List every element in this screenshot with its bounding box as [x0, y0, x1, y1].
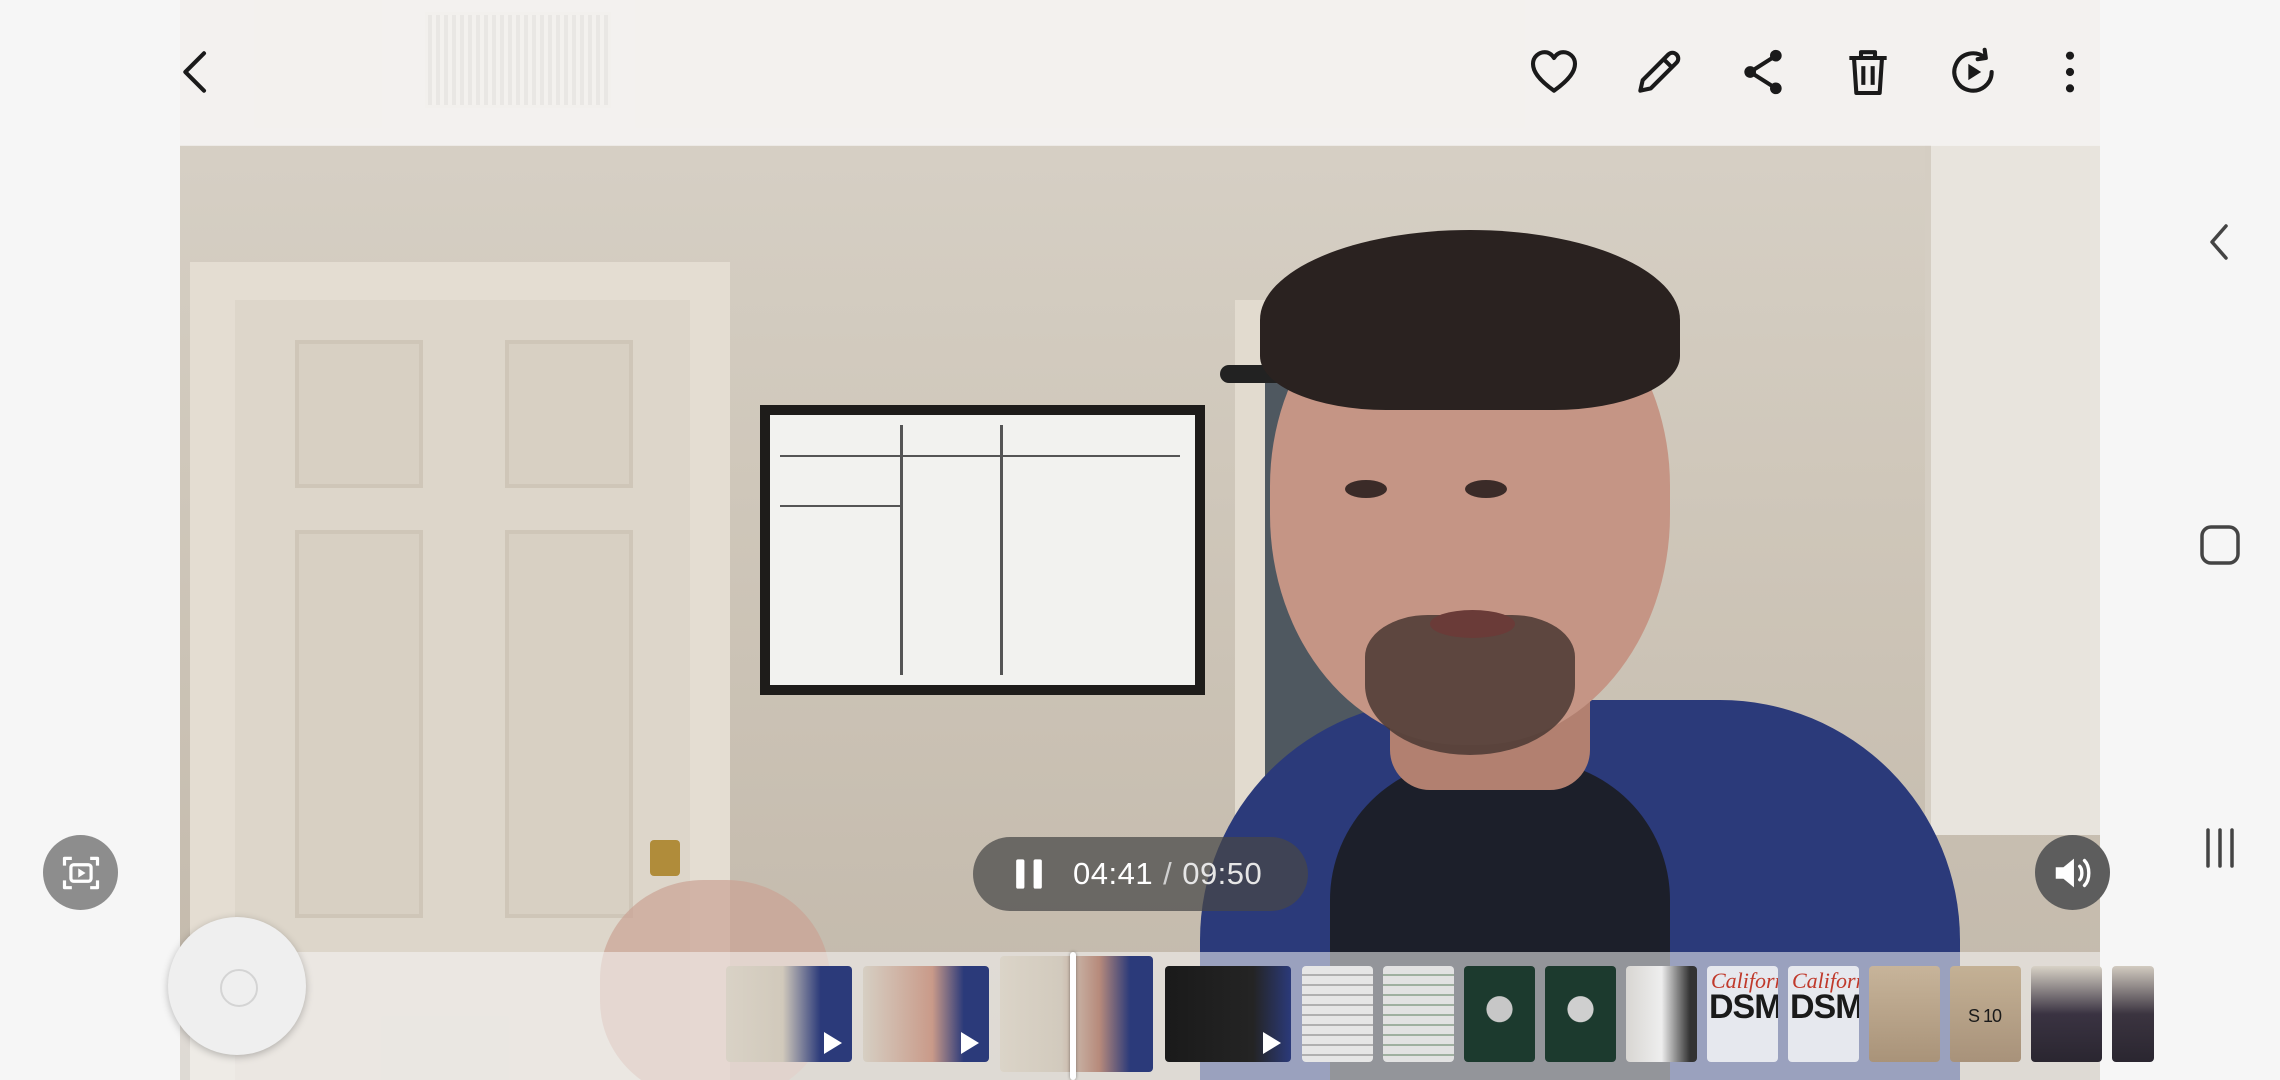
back-arrow-icon — [183, 51, 207, 93]
favorite-button[interactable] — [1522, 40, 1586, 104]
share-icon — [1744, 49, 1782, 95]
plate-number: DSM85 — [1709, 988, 1778, 1026]
playback-control: 04:41 / 09:50 — [973, 837, 1308, 911]
thumbnail-2[interactable] — [863, 966, 989, 1062]
nav-home-icon — [2200, 525, 2240, 565]
remaster-button[interactable] — [1941, 40, 2005, 104]
back-button[interactable] — [165, 40, 229, 104]
thumbnail-5[interactable] — [1302, 966, 1373, 1062]
person-hair — [1260, 230, 1680, 410]
more-vert-icon — [2065, 51, 2075, 93]
thumbnail-6[interactable] — [1383, 966, 1454, 1062]
pause-button[interactable] — [997, 842, 1061, 906]
screen-capture-button[interactable] — [43, 835, 118, 910]
person-mouth — [1430, 610, 1515, 638]
thumbnail-text: S 10 — [1968, 1006, 2002, 1026]
thumbnail-12[interactable] — [1869, 966, 1940, 1062]
remaster-icon — [1952, 47, 1994, 93]
thumbnail-15[interactable] — [2112, 966, 2154, 1062]
time-separator: / — [1163, 856, 1173, 891]
person-eye-left — [1345, 480, 1387, 498]
heart-icon — [1530, 50, 1578, 93]
thumbnail-4[interactable] — [1165, 966, 1291, 1062]
nav-recents-button[interactable] — [2190, 818, 2250, 878]
person-eye-right — [1465, 480, 1507, 498]
nav-home-button[interactable] — [2190, 515, 2250, 575]
screen-capture-icon — [62, 856, 99, 889]
thumbnail-10[interactable]: California DSM85 — [1707, 966, 1778, 1062]
thumbnail-8[interactable] — [1545, 966, 1616, 1062]
thumbnail-13[interactable]: S 10 — [1950, 966, 2021, 1062]
door-knob — [650, 840, 680, 876]
thumbnail-current[interactable] — [1000, 956, 1153, 1072]
play-icon — [1263, 1032, 1281, 1054]
thumbnail-11[interactable]: California DSM85 — [1788, 966, 1859, 1062]
trash-icon — [1849, 50, 1887, 96]
nav-recents-icon — [2206, 828, 2234, 868]
more-options-button[interactable] — [2038, 40, 2102, 104]
current-time: 04:41 — [1073, 856, 1154, 891]
thumbnail-9[interactable] — [1626, 966, 1697, 1062]
scrubber-knob[interactable] — [168, 917, 306, 1055]
nav-back-button[interactable] — [2190, 212, 2250, 272]
delete-button[interactable] — [1836, 40, 1900, 104]
window-blind — [1925, 145, 2100, 835]
pencil-icon — [1638, 50, 1681, 93]
thumbnail-7[interactable] — [1464, 966, 1535, 1062]
video-frame[interactable] — [180, 0, 2100, 1080]
speaker-icon — [2055, 858, 2090, 887]
share-button[interactable] — [1731, 40, 1795, 104]
playback-time: 04:41 / 09:50 — [1073, 856, 1262, 892]
nav-back-icon — [2210, 224, 2228, 260]
play-icon — [824, 1032, 842, 1054]
current-position-marker[interactable] — [1070, 952, 1076, 1080]
thumbnail-1[interactable] — [726, 966, 852, 1062]
plate-number: DSM85 — [1790, 988, 1859, 1026]
top-toolbar — [180, 0, 2100, 146]
play-icon — [961, 1032, 979, 1054]
duration: 09:50 — [1182, 856, 1263, 891]
volume-button[interactable] — [2035, 835, 2110, 910]
whiteboard — [760, 405, 1205, 695]
edit-button[interactable] — [1627, 40, 1691, 104]
pause-icon — [1016, 859, 1042, 889]
thumbnail-14[interactable] — [2031, 966, 2102, 1062]
